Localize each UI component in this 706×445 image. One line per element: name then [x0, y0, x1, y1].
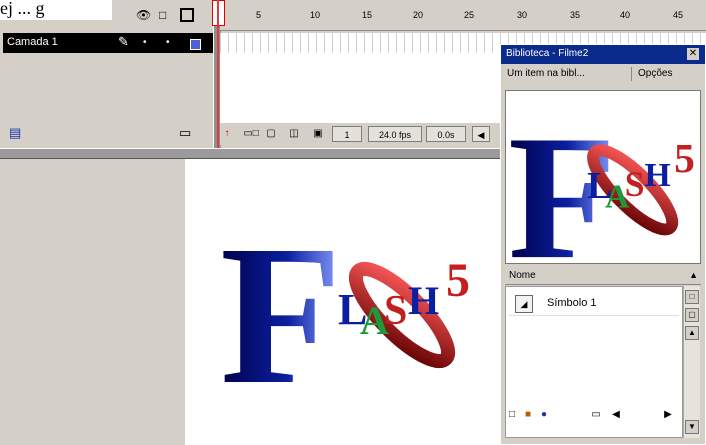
caption-fragment: ej ... g	[0, 0, 112, 20]
library-title-bar[interactable]: Biblioteca - Filme2 ✕	[501, 45, 705, 64]
ruler-tick-label: 25	[464, 10, 475, 20]
ruler-tick-label: 20	[413, 10, 424, 20]
pasteboard	[0, 159, 185, 445]
layer-name[interactable]: Camada 1	[7, 36, 58, 48]
visibility-dot-icon[interactable]: •	[143, 37, 147, 48]
library-column-header[interactable]: Nome ▲	[505, 269, 701, 285]
onion-skin-icon[interactable]: ▭□	[242, 126, 260, 142]
ruler-tick-label: 10	[310, 10, 321, 20]
layer-row[interactable]: Camada 1 ✎ • •	[3, 33, 213, 53]
library-title: Biblioteca - Filme2	[506, 48, 589, 59]
library-item-count: Um item na bibl...	[507, 68, 585, 79]
center-frame-icon[interactable]: ↑	[222, 126, 232, 142]
library-options-menu[interactable]: Opções	[631, 67, 678, 81]
scroll-up-icon[interactable]: ▲	[685, 326, 699, 340]
preview-version: 5	[674, 135, 695, 181]
show-hide-icon[interactable]: 👁	[136, 9, 151, 21]
sort-order-icon[interactable]: ▲	[689, 270, 698, 280]
elapsed-time-field: 0.0s	[426, 126, 466, 142]
edit-multiple-frames-icon[interactable]: ◫	[286, 126, 302, 142]
library-preview: F L A S H 5	[505, 90, 701, 264]
ruler-tick-label: 45	[673, 10, 684, 20]
flash5-logo[interactable]: F L A S H 5	[220, 212, 510, 402]
frame-ruler[interactable]: 5 10 15 20 25 30 35 40 45	[220, 0, 706, 31]
close-icon[interactable]: ✕	[687, 48, 699, 60]
wide-state-icon[interactable]: □	[685, 290, 699, 304]
ruler-tick-label: 15	[362, 10, 373, 20]
current-frame-field: 1	[332, 126, 362, 142]
pencil-icon: ✎	[118, 34, 129, 49]
playhead-line	[217, 0, 219, 148]
lock-dot-icon[interactable]: •	[166, 37, 170, 48]
scroll-left-icon[interactable]: ◀	[609, 408, 623, 422]
preview-letter-h: H	[645, 157, 671, 194]
library-panel: Biblioteca - Filme2 ✕ Um item na bibl...…	[500, 44, 706, 445]
modify-onion-markers-icon[interactable]: ▣	[310, 126, 326, 142]
library-header-row: Um item na bibl... Opções	[501, 65, 705, 83]
library-item[interactable]: ◢ Símbolo 1	[509, 293, 679, 316]
scroll-left-icon[interactable]: ◀	[472, 126, 490, 142]
ruler-tick-label: 35	[570, 10, 581, 20]
new-symbol-icon[interactable]: □	[505, 408, 519, 422]
graphic-symbol-icon: ◢	[515, 295, 533, 313]
new-folder-icon[interactable]: ■	[521, 408, 535, 422]
preview-letter-s: S	[625, 164, 645, 204]
logo-big-letter: F	[220, 212, 342, 402]
narrow-state-icon[interactable]: ▢	[685, 308, 699, 322]
insert-layer-icon[interactable]: ▤	[9, 125, 21, 141]
onion-outline-icon[interactable]: ▢	[264, 126, 278, 142]
library-footer: □ ■ ● ▭ ◀ ▶	[501, 405, 705, 425]
library-item-label: Símbolo 1	[547, 297, 597, 309]
delete-item-icon[interactable]: ▭	[589, 408, 603, 422]
layer-outline-color-swatch[interactable]	[190, 39, 201, 50]
logo-letter-s: S	[384, 288, 407, 334]
lock-icon[interactable]: □	[159, 9, 166, 21]
logo-letter-h: H	[408, 278, 439, 323]
ruler-tick-label: 5	[256, 10, 262, 20]
layer-list-empty-area	[3, 53, 213, 123]
ruler-tick-label: 40	[620, 10, 631, 20]
column-name-label[interactable]: Nome	[509, 270, 536, 281]
ruler-tick-label: 30	[517, 10, 528, 20]
frame-rate-field: 24.0 fps	[368, 126, 422, 142]
logo-version: 5	[446, 254, 470, 307]
layer-footer: ▤ ▭	[3, 123, 213, 145]
scroll-right-icon[interactable]: ▶	[661, 408, 675, 422]
properties-icon[interactable]: ●	[537, 408, 551, 422]
delete-layer-icon[interactable]: ▭	[179, 125, 191, 141]
outline-icon[interactable]	[180, 8, 194, 22]
